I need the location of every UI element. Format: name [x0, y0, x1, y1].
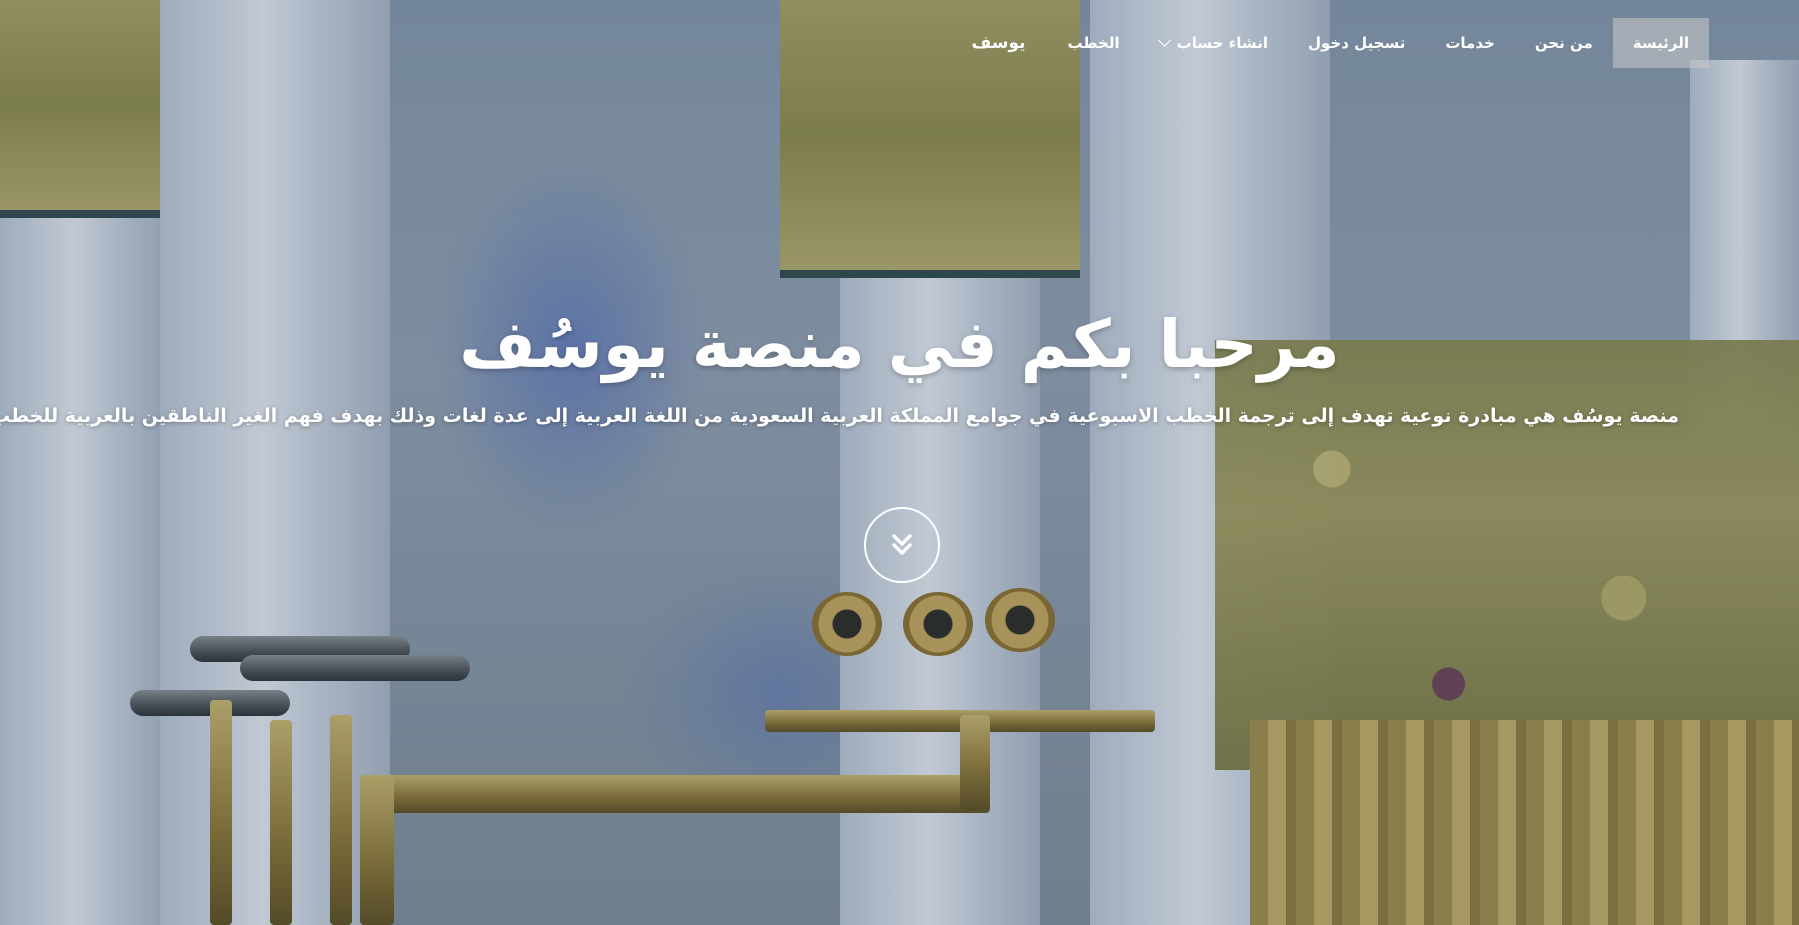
hero-subtitle: منصة يوسُف هي مبادرة نوعية تهدف إلى ترجم… — [0, 405, 1679, 427]
nav-item-label: الرئيسة — [1632, 34, 1689, 52]
nav-item-register[interactable]: انشاء حساب — [1140, 18, 1288, 68]
nav-item-label: خدمات — [1445, 34, 1495, 52]
nav-item-label: من نحن — [1534, 34, 1593, 52]
scroll-down-button[interactable] — [864, 507, 940, 583]
nav-item-home[interactable]: الرئيسة — [1612, 18, 1709, 68]
hero-section: يوسف الرئيسة من نحن خدمات تسجيل دخول انش… — [0, 0, 1799, 925]
hero-title: مرحبا بكم في منصة يوسُف — [459, 306, 1340, 383]
nav-item-label: الخطب — [1067, 34, 1120, 52]
background-overlay — [0, 0, 1799, 925]
nav-item-about[interactable]: من نحن — [1515, 18, 1613, 68]
double-chevron-down-icon — [892, 534, 912, 555]
nav-item-label: انشاء حساب — [1176, 34, 1268, 52]
brand-logo-text[interactable]: يوسف — [950, 18, 1048, 68]
chevron-down-icon — [1157, 33, 1171, 47]
navbar: يوسف الرئيسة من نحن خدمات تسجيل دخول انش… — [950, 18, 1709, 68]
nav-item-sermons[interactable]: الخطب — [1048, 18, 1140, 68]
nav-item-services[interactable]: خدمات — [1425, 18, 1514, 68]
nav-item-login[interactable]: تسجيل دخول — [1288, 18, 1425, 68]
nav-menu: الرئيسة من نحن خدمات تسجيل دخول انشاء حس… — [1048, 18, 1709, 68]
nav-item-label: تسجيل دخول — [1307, 34, 1406, 52]
